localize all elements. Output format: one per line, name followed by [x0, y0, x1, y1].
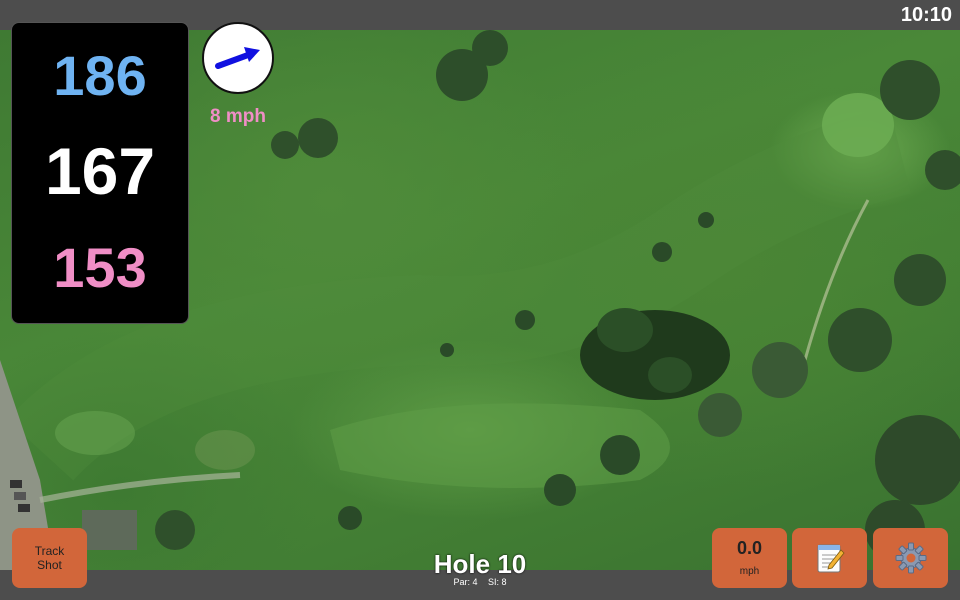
back-distance: 186 [53, 44, 147, 107]
middle-distance: 167 [44, 134, 156, 208]
gear-icon [895, 542, 926, 574]
arrow-icon [215, 47, 260, 69]
speed-value: 0.0 [736, 538, 763, 558]
distance-panel: 186 167 153 [11, 22, 189, 324]
settings-button[interactable] [873, 528, 948, 588]
track-shot-button[interactable]: Track Shot [12, 528, 87, 588]
hole-stroke-index: SI: 8 [488, 577, 507, 587]
hole-title: Hole 10 [433, 549, 527, 579]
hole-meta: Par: 4 SI: 8 [380, 577, 580, 587]
front-distance: 153 [53, 236, 147, 299]
speed-button[interactable]: 0.0 mph [712, 528, 787, 588]
clock: 10:10 [900, 4, 952, 26]
speed-unit: mph [739, 566, 760, 577]
wind-direction-indicator [202, 22, 274, 94]
notepad-icon [817, 544, 845, 573]
hole-par: Par: 4 [453, 577, 478, 587]
track-shot-label-line1: Track [34, 544, 65, 558]
notes-button[interactable] [792, 528, 867, 588]
track-shot-label-line2: Shot [37, 558, 62, 572]
wind-speed: 8 mph [210, 106, 266, 127]
